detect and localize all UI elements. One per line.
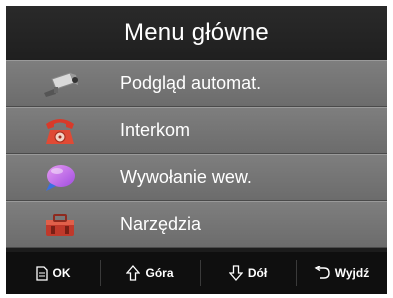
arrow-down-icon: [228, 265, 243, 281]
document-icon: [35, 265, 48, 281]
menu-item-internal-call[interactable]: Wywołanie wew.: [6, 154, 387, 201]
up-button[interactable]: Góra: [100, 252, 200, 294]
telephone-icon: [40, 114, 80, 148]
camera-icon: [40, 67, 80, 101]
ok-label: OK: [52, 266, 71, 280]
return-arrow-icon: [314, 266, 330, 280]
chat-bubble-icon: [40, 161, 80, 195]
menu-item-label: Wywołanie wew.: [120, 167, 252, 187]
menu-item-label: Narzędzia: [120, 214, 202, 234]
exit-button[interactable]: Wyjdź: [296, 252, 387, 294]
soft-key-bar: OK Góra Dół Wyjdź: [6, 252, 387, 294]
title-bar: Menu główne: [6, 6, 387, 60]
page-title: Menu główne: [124, 19, 269, 46]
menu-item-label: Interkom: [120, 120, 191, 140]
up-label: Góra: [145, 266, 174, 280]
menu-item-label: Podgląd automat.: [120, 73, 262, 93]
arrow-up-icon: [126, 265, 141, 281]
down-button[interactable]: Dół: [200, 252, 296, 294]
toolbox-icon: [40, 208, 80, 242]
menu-item-tools[interactable]: Narzędzia: [6, 201, 387, 248]
main-menu: Podgląd automat. Interkom Wywołanie wew.…: [6, 60, 387, 248]
exit-label: Wyjdź: [334, 266, 370, 280]
menu-item-auto-preview[interactable]: Podgląd automat.: [6, 60, 387, 107]
down-label: Dół: [247, 266, 268, 280]
device-screen: Menu główne Podgląd automat. Interkom Wy…: [6, 6, 387, 294]
ok-button[interactable]: OK: [6, 252, 100, 294]
menu-item-intercom[interactable]: Interkom: [6, 107, 387, 154]
